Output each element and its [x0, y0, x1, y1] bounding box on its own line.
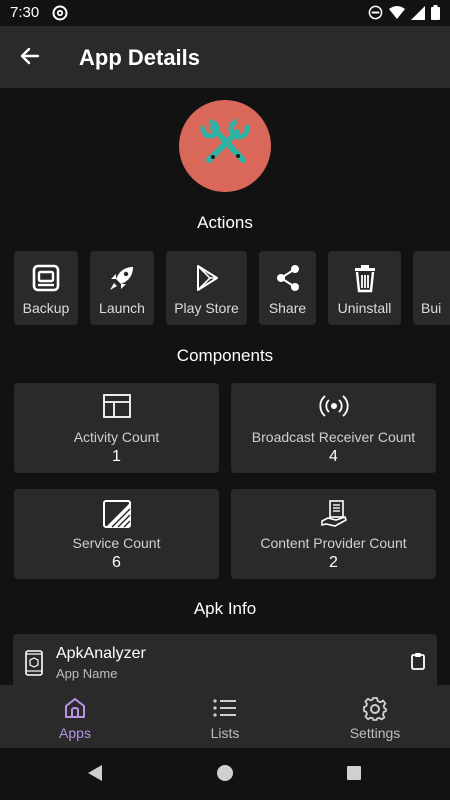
system-navigation-bar: [0, 748, 450, 800]
arrow-back-icon: [20, 46, 40, 71]
component-label: Service Count: [72, 535, 161, 551]
tools-icon: [195, 114, 255, 179]
component-label: Activity Count: [73, 429, 160, 445]
activity-count-card[interactable]: Activity Count 1: [14, 383, 219, 473]
action-label: Launch: [99, 300, 145, 316]
action-label: Play Store: [174, 300, 239, 316]
action-label: Backup: [22, 300, 70, 316]
nav-label: Apps: [59, 725, 91, 741]
build-button[interactable]: Bui: [413, 251, 450, 325]
content-provider-count-card[interactable]: Content Provider Count 2: [231, 489, 436, 579]
app-details-content[interactable]: Actions Backup Launch Play Store Share U…: [0, 88, 450, 685]
backup-icon: [14, 263, 78, 293]
play-store-icon: [166, 263, 247, 293]
status-bar: 7:30: [0, 0, 450, 26]
component-label: Broadcast Receiver Count: [251, 429, 416, 445]
bottom-navigation: Apps Lists Settings: [0, 685, 450, 748]
nav-lists[interactable]: Lists: [150, 685, 300, 748]
app-icon: [179, 100, 271, 192]
back-button[interactable]: [14, 42, 46, 74]
do-not-disturb-icon: [368, 5, 383, 20]
battery-icon: [431, 5, 440, 20]
action-label: Bui: [421, 300, 442, 316]
components-title: Components: [176, 346, 274, 365]
content-provider-icon: [231, 499, 436, 529]
back-triangle-icon[interactable]: [86, 763, 104, 788]
action-label: Uninstall: [337, 300, 392, 316]
actions-row[interactable]: Backup Launch Play Store Share Uninstall: [14, 251, 450, 325]
rocket-icon: [90, 263, 154, 293]
play-store-button[interactable]: Play Store: [166, 251, 247, 325]
share-button[interactable]: Share: [259, 251, 316, 325]
page-title: App Details: [79, 45, 201, 70]
apk-info-label: App Name: [56, 666, 118, 681]
trash-icon: [328, 263, 401, 293]
apk-info-title: Apk Info: [193, 599, 257, 618]
nav-apps[interactable]: Apps: [0, 685, 150, 748]
status-icons: [368, 5, 440, 20]
apk-info-item[interactable]: ApkAnalyzer App Name: [13, 634, 437, 685]
component-value: 4: [329, 448, 338, 465]
gear-icon: [300, 696, 450, 722]
service-count-card[interactable]: Service Count 6: [14, 489, 219, 579]
nav-settings[interactable]: Settings: [300, 685, 450, 748]
nav-label: Settings: [349, 725, 401, 741]
service-icon: [14, 499, 219, 529]
component-label: Content Provider Count: [260, 535, 407, 551]
component-value: 6: [112, 554, 121, 571]
nav-label: Lists: [210, 725, 240, 741]
backup-button[interactable]: Backup: [14, 251, 78, 325]
at-sign-icon: [52, 5, 68, 21]
actions-title: Actions: [197, 213, 253, 232]
activity-layout-icon: [14, 393, 219, 419]
phone-package-icon: [25, 650, 43, 681]
component-value: 1: [112, 448, 121, 465]
status-time: 7:30: [10, 4, 40, 21]
broadcast-icon: [231, 393, 436, 419]
app-bar: App Details: [0, 26, 450, 88]
clipboard-icon[interactable]: [411, 652, 425, 675]
cellular-icon: [411, 5, 425, 20]
uninstall-button[interactable]: Uninstall: [328, 251, 401, 325]
action-label: Share: [268, 300, 307, 316]
list-icon: [150, 696, 300, 720]
home-icon: [0, 696, 150, 720]
apk-info-value: ApkAnalyzer: [56, 645, 146, 662]
home-circle-icon[interactable]: [216, 764, 234, 787]
recents-square-icon[interactable]: [346, 765, 362, 786]
broadcast-receiver-count-card[interactable]: Broadcast Receiver Count 4: [231, 383, 436, 473]
share-icon: [259, 263, 316, 293]
launch-button[interactable]: Launch: [90, 251, 154, 325]
component-value: 2: [329, 554, 338, 571]
wifi-icon: [389, 5, 405, 20]
